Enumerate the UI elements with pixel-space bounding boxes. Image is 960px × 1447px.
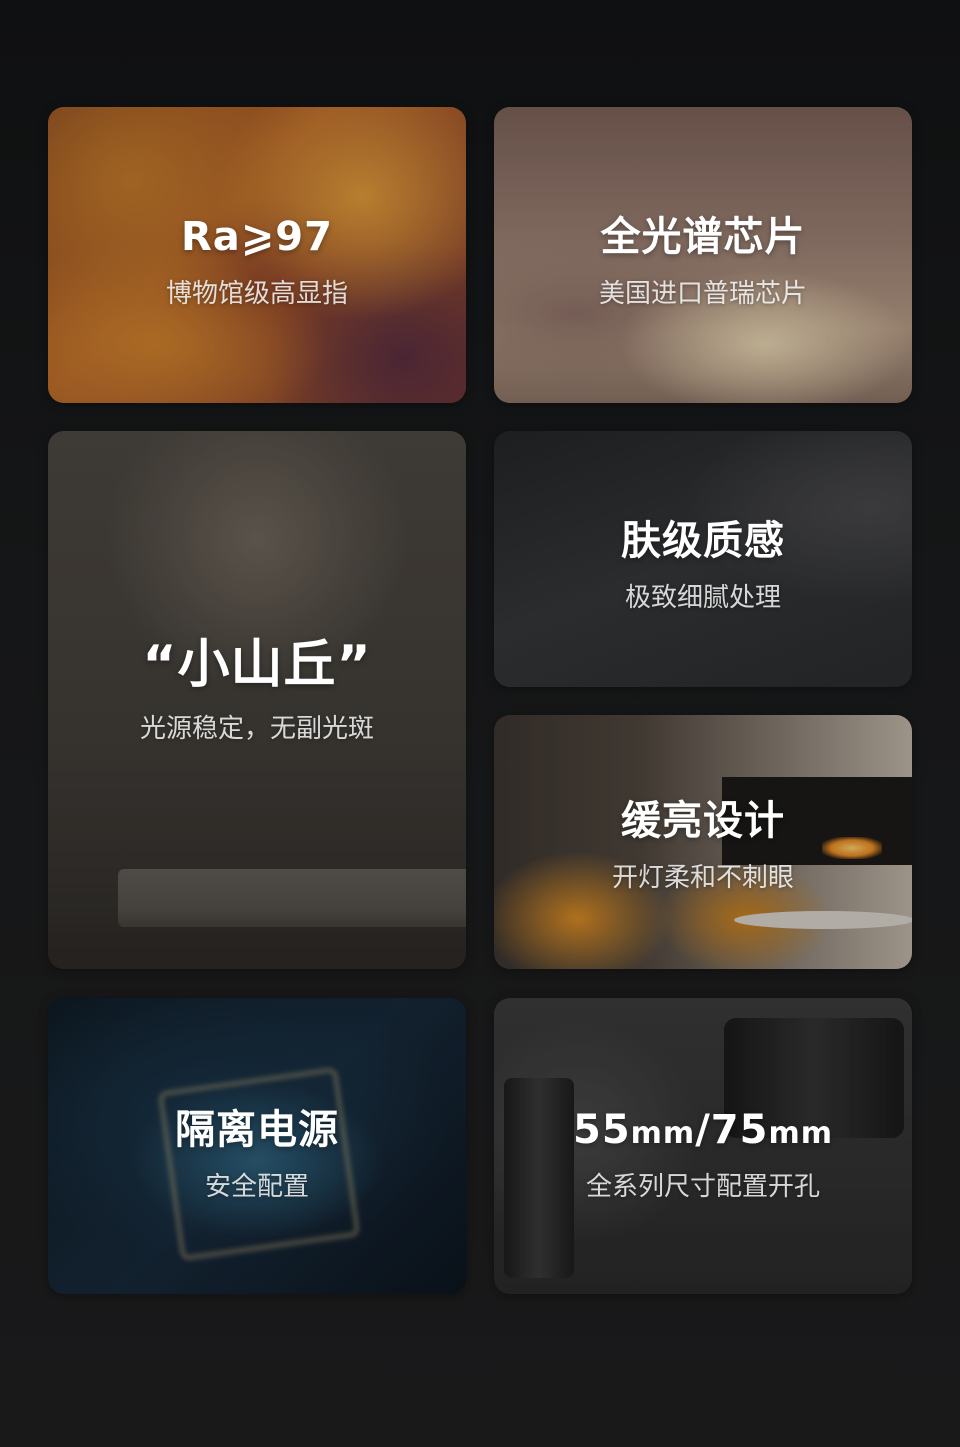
feature-card-texture: 肤级质感 极致细腻处理 — [494, 431, 912, 687]
card-subtitle: 美国进口普瑞芯片 — [598, 279, 807, 309]
size-value: /75 — [695, 1107, 769, 1153]
card-text: 全光谱芯片 美国进口普瑞芯片 — [494, 215, 912, 310]
feature-card-soft-start: 缓亮设计 开灯柔和不刺眼 — [494, 715, 912, 969]
card-title: “小山丘” — [142, 635, 372, 695]
size-unit: mm — [630, 1116, 696, 1151]
card-subtitle: 光源稳定，无副光斑 — [139, 714, 374, 745]
card-title: 隔离电源 — [175, 1107, 339, 1153]
size-value: 55 — [572, 1107, 631, 1153]
card-text: Ra⩾97 博物馆级高显指 — [48, 215, 466, 310]
feature-card-color-rendering: Ra⩾97 博物馆级高显指 — [48, 107, 466, 403]
card-text: “小山丘” 光源稳定，无副光斑 — [48, 635, 466, 745]
feature-card-full-spectrum-chip: 全光谱芯片 美国进口普瑞芯片 — [494, 107, 912, 403]
size-unit: mm — [768, 1116, 833, 1151]
card-title: 缓亮设计 — [621, 798, 785, 844]
card-title: 55mm/75mm — [494, 1108, 912, 1152]
card-title: 肤级质感 — [621, 518, 785, 564]
card-subtitle: 开灯柔和不刺眼 — [611, 863, 794, 893]
feature-card-cutout-sizes: 55mm/75mm 全系列尺寸配置开孔 — [494, 998, 912, 1294]
card-subtitle: 安全配置 — [204, 1172, 309, 1202]
feature-card-isolated-power: 隔离电源 安全配置 — [48, 998, 466, 1294]
card-text: 隔离电源 安全配置 — [48, 1108, 466, 1203]
feature-card-light-spot: “小山丘” 光源稳定，无副光斑 — [48, 431, 466, 969]
card-subtitle: 全系列尺寸配置开孔 — [585, 1172, 820, 1202]
card-subtitle: 博物馆级高显指 — [165, 279, 348, 309]
card-text: 肤级质感 极致细腻处理 — [494, 519, 912, 614]
card-text: 缓亮设计 开灯柔和不刺眼 — [494, 799, 912, 894]
card-text: 55mm/75mm 全系列尺寸配置开孔 — [494, 1108, 912, 1203]
card-subtitle: 极致细腻处理 — [624, 583, 781, 613]
card-title: Ra⩾97 — [181, 214, 333, 260]
card-title: 全光谱芯片 — [600, 214, 806, 260]
